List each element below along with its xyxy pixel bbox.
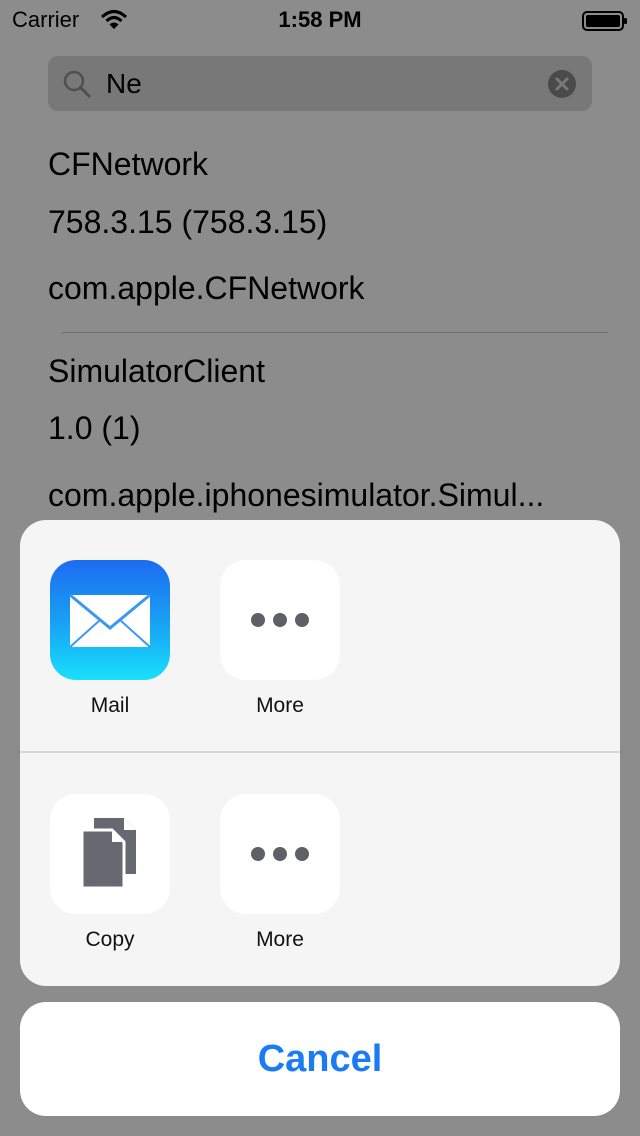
battery-icon <box>582 11 628 31</box>
action-item-label: Copy <box>85 928 135 951</box>
result-bundle-id: com.apple.iphonesimulator.Simul... <box>48 477 545 513</box>
result-version: 758.3.15 (758.3.15) <box>48 204 328 240</box>
more-icon[interactable] <box>220 560 340 680</box>
action-more[interactable]: More <box>210 794 350 952</box>
mail-icon[interactable] <box>50 560 170 680</box>
share-sheet: Mail More Copy More <box>20 520 620 986</box>
more-icon[interactable] <box>220 794 340 914</box>
cancel-button[interactable]: Cancel <box>20 1002 620 1116</box>
clear-search-icon[interactable] <box>548 70 576 98</box>
search-bar[interactable]: Ne <box>48 56 592 111</box>
sheet-divider <box>20 751 620 753</box>
search-icon <box>62 69 92 99</box>
result-name: SimulatorClient <box>48 353 265 389</box>
row-separator <box>62 332 608 333</box>
share-item-label: Mail <box>90 694 130 717</box>
share-mail[interactable]: Mail <box>40 560 180 718</box>
status-bar: Carrier 1:58 PM <box>0 0 640 40</box>
search-input[interactable]: Ne <box>106 68 142 100</box>
action-copy[interactable]: Copy <box>40 794 180 952</box>
result-name: CFNetwork <box>48 146 209 182</box>
share-more[interactable]: More <box>210 560 350 718</box>
result-version: 1.0 (1) <box>48 410 141 446</box>
status-time: 1:58 PM <box>278 7 362 32</box>
copy-icon[interactable] <box>50 794 170 914</box>
share-item-label: More <box>256 694 304 717</box>
result-bundle-id: com.apple.CFNetwork <box>48 270 365 306</box>
action-item-label: More <box>256 928 304 951</box>
